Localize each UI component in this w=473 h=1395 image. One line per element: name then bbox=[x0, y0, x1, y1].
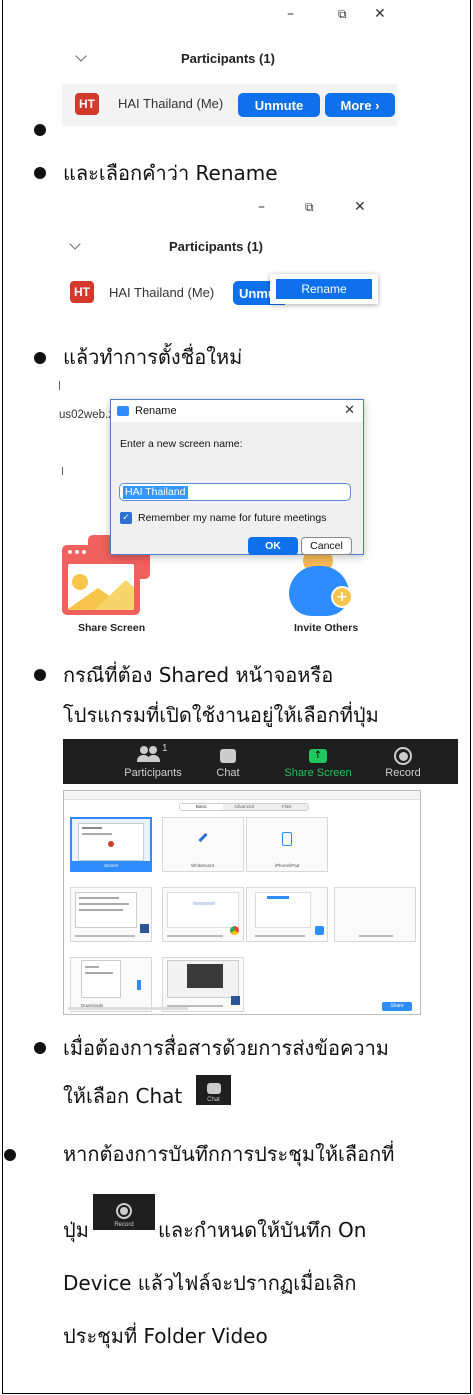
chat-icon-label: Chat bbox=[207, 1097, 220, 1103]
rename-dialog: Rename ✕ Enter a new screen name: HAI Th… bbox=[110, 399, 364, 555]
share-tabs: Basic Advanced Files bbox=[179, 803, 309, 811]
bullet bbox=[4, 1149, 16, 1161]
tab-advanced[interactable]: Advanced bbox=[222, 804, 266, 810]
chat-icon bbox=[220, 749, 236, 763]
share-button[interactable]: Share bbox=[382, 1002, 412, 1011]
chat-label: Chat bbox=[216, 767, 240, 779]
panel-title: Participants (1) bbox=[169, 239, 263, 254]
step-chat-text-1: เมื่อต้องการสื่อสารด้วยการส่งข้อความ bbox=[63, 1036, 389, 1060]
zoom-camera-icon bbox=[117, 406, 129, 416]
invite-others-label: Invite Others bbox=[294, 622, 359, 634]
share-option-zoom-browser[interactable] bbox=[162, 887, 244, 942]
menu-item-rename[interactable]: Rename bbox=[276, 279, 372, 299]
dialog-titlebar: Rename ✕ bbox=[111, 400, 363, 422]
more-menu: Rename bbox=[270, 274, 378, 304]
record-label: Record bbox=[385, 767, 421, 779]
step-new-name-text: แล้วทำการตั้งชื่อใหม่ bbox=[63, 345, 243, 369]
record-icon-label: Record bbox=[114, 1222, 134, 1228]
share-screen-label: Share Screen bbox=[78, 622, 146, 634]
share-option-label: Screen bbox=[104, 863, 119, 868]
participants-count: 1 bbox=[162, 743, 168, 754]
participants-label: Participants bbox=[124, 767, 182, 779]
meeting-toolbar: 1 Participants Chat ↑ Share Screen Recor… bbox=[63, 739, 458, 784]
step-share-text-2: โปรแกรมที่เปิดใช้งานอยู่ให้เลือกที่ปุ่ม bbox=[63, 703, 379, 727]
share-option-screen[interactable]: Screen bbox=[70, 817, 152, 872]
participants-button[interactable]: 1 Participants bbox=[108, 739, 198, 784]
step-record-text-2b: และกำหนดให้บันทึก On bbox=[158, 1218, 367, 1242]
bullet bbox=[34, 167, 46, 179]
record-button[interactable]: Record bbox=[368, 739, 438, 784]
chat-button[interactable]: Chat bbox=[198, 739, 258, 784]
bullet bbox=[34, 352, 46, 364]
bullet bbox=[34, 669, 46, 681]
share-option-label: Whiteboard bbox=[191, 863, 215, 868]
tab-files[interactable]: Files bbox=[265, 804, 309, 810]
share-window: Basic Advanced Files Screen Whiteboard i… bbox=[63, 790, 421, 1015]
close-icon[interactable]: ✕ bbox=[374, 6, 386, 22]
share-arrow-icon: ↑ bbox=[309, 749, 327, 763]
restore-icon[interactable]: ⧉ bbox=[338, 7, 347, 22]
step-record-text-3: Device แล้วไฟล์จะปรากฏเมื่อเลิก bbox=[63, 1271, 357, 1295]
remember-checkbox[interactable]: ✓ bbox=[120, 512, 132, 524]
share-screen-label: Share Screen bbox=[284, 767, 352, 779]
avatar: HT bbox=[70, 281, 94, 303]
share-option-document[interactable] bbox=[70, 887, 152, 942]
restore-icon[interactable]: ⧉ bbox=[305, 200, 314, 215]
record-icon bbox=[394, 747, 412, 765]
step-rename-text: และเลือกคำว่า Rename bbox=[63, 161, 278, 185]
bullet bbox=[34, 124, 46, 136]
screen-name-input[interactable]: HAI Thailand bbox=[119, 483, 351, 501]
share-option-zoom-cloud[interactable] bbox=[246, 887, 328, 942]
more-button[interactable]: More › bbox=[325, 93, 395, 117]
minimize-icon[interactable]: – bbox=[287, 6, 294, 22]
step-record-text-4: ประชุมที่ Folder Video bbox=[63, 1324, 268, 1348]
share-option-iphone[interactable]: iPhone/iPad bbox=[246, 817, 328, 872]
minimize-icon[interactable]: – bbox=[258, 199, 265, 215]
tab-basic[interactable]: Basic bbox=[180, 804, 223, 810]
share-option-whiteboard[interactable]: Whiteboard bbox=[162, 817, 244, 872]
avatar: HT bbox=[75, 93, 99, 115]
share-option-downloads[interactable]: Downloads bbox=[70, 957, 152, 1012]
share-screen-button[interactable]: ↑ Share Screen bbox=[273, 739, 363, 784]
participants-icon: 1 bbox=[136, 743, 170, 764]
share-options-checkboxes[interactable] bbox=[68, 1007, 188, 1010]
screen-name-value: HAI Thailand bbox=[123, 486, 188, 499]
chat-icon: Chat bbox=[196, 1075, 231, 1105]
unmute-button[interactable]: Unmute bbox=[238, 93, 320, 117]
step-record-text-1: หากต้องการบันทึกการประชุมให้เลือกที่ bbox=[63, 1142, 395, 1166]
cancel-button[interactable]: Cancel bbox=[301, 537, 352, 555]
participant-name: HAI Thailand (Me) bbox=[109, 285, 215, 300]
share-option-inbox[interactable] bbox=[334, 887, 416, 942]
dialog-title: Rename bbox=[135, 405, 177, 417]
close-icon[interactable]: ✕ bbox=[344, 403, 355, 418]
caret-mark bbox=[59, 381, 60, 390]
panel-title: Participants (1) bbox=[181, 51, 275, 66]
ok-button[interactable]: OK bbox=[248, 537, 298, 555]
share-option-pdf[interactable] bbox=[162, 957, 244, 1012]
step-share-text-1: กรณีที่ต้อง Shared หน้าจอหรือ bbox=[63, 663, 334, 687]
step-chat-text-2: ให้เลือก Chat bbox=[63, 1084, 183, 1108]
bullet bbox=[34, 1042, 46, 1054]
remember-label: Remember my name for future meetings bbox=[138, 512, 327, 524]
participant-name: HAI Thailand (Me) bbox=[118, 96, 224, 111]
rename-prompt: Enter a new screen name: bbox=[120, 438, 243, 450]
share-option-label: iPhone/iPad bbox=[275, 863, 300, 868]
share-window-titlebar bbox=[64, 791, 420, 800]
step-record-text-2a: ปุ่ม bbox=[63, 1218, 89, 1242]
close-icon[interactable]: ✕ bbox=[354, 199, 366, 215]
caret-mark bbox=[62, 467, 63, 475]
record-icon: Record bbox=[93, 1194, 155, 1230]
